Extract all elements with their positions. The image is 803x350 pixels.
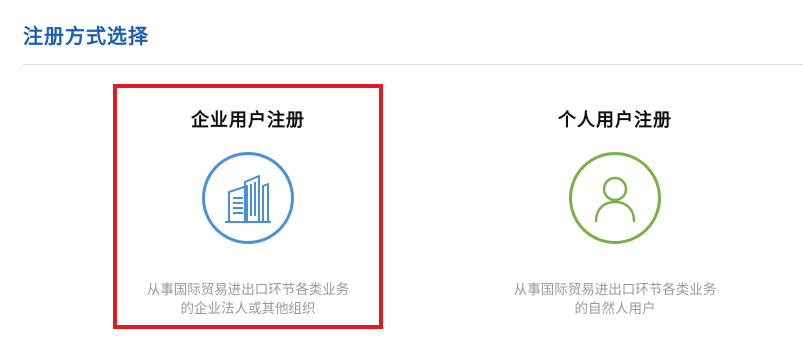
enterprise-registration-card[interactable]: 企业用户注册 从事国际贸易进出口环节各类业务 的企业法人或其他组织: [113, 84, 383, 329]
description-line: 从事国际贸易进出口环节各类业务: [513, 282, 717, 298]
individual-registration-title: 个人用户注册: [558, 110, 672, 131]
description-line: 从事国际贸易进出口环节各类业务: [146, 282, 350, 298]
user-icon: [569, 152, 661, 244]
building-icon: [202, 152, 294, 244]
page-title: 注册方式选择: [23, 24, 149, 48]
description-line: 的企业法人或其他组织: [180, 301, 316, 317]
header-divider: [23, 64, 803, 65]
enterprise-registration-title: 企业用户注册: [191, 110, 305, 131]
enterprise-registration-description: 从事国际贸易进出口环节各类业务 的企业法人或其他组织: [117, 281, 379, 319]
individual-registration-description: 从事国际贸易进出口环节各类业务 的自然人用户: [480, 281, 750, 319]
individual-registration-card[interactable]: 个人用户注册 从事国际贸易进出口环节各类业务 的自然人用户: [480, 84, 750, 329]
description-line: 的自然人用户: [574, 301, 656, 317]
